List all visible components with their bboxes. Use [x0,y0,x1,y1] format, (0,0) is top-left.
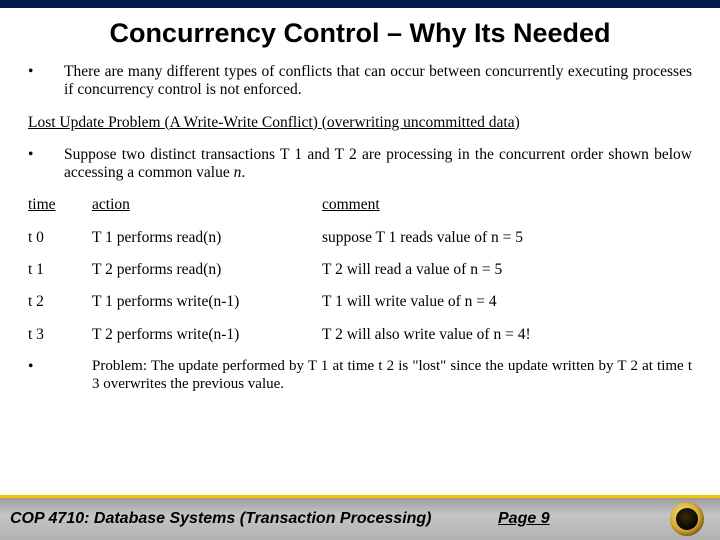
cell-time: t 2 [28,293,92,311]
cell-action: T 2 performs write(n-1) [92,326,322,344]
cell-comment: T 2 will also write value of n = 4! [322,326,692,344]
subheading: Lost Update Problem (A Write-Write Confl… [28,114,692,132]
table-row: t 1 T 2 performs read(n) T 2 will read a… [28,261,692,279]
table-row: t 2 T 1 performs write(n-1) T 1 will wri… [28,293,692,311]
cell-time: t 1 [28,261,92,279]
cell-action: T 1 performs read(n) [92,229,322,247]
bullet-marker: • [28,63,64,100]
footer-bar: COP 4710: Database Systems (Transaction … [0,498,720,540]
cell-action: T 2 performs read(n) [92,261,322,279]
col-comment-header: comment [322,196,692,214]
problem-bullet: • Problem: The update performed by T 1 a… [28,358,692,393]
col-time-header: time [28,196,92,214]
table-row: t 3 T 2 performs write(n-1) T 2 will als… [28,326,692,344]
ucf-logo-icon [670,502,704,536]
slide-title: Concurrency Control – Why Its Needed [0,18,720,49]
cell-comment: suppose T 1 reads value of n = 5 [322,229,692,247]
top-accent-bar [0,0,720,8]
bullet-text-part: Suppose two distinct transactions T 1 an… [64,146,692,181]
slide-content: • There are many different types of conf… [0,63,720,393]
bullet-item: • There are many different types of conf… [28,63,692,100]
table-row: t 0 T 1 performs read(n) suppose T 1 rea… [28,229,692,247]
table-header-row: time action comment [28,196,692,214]
cell-time: t 0 [28,229,92,247]
footer-course: COP 4710: Database Systems (Transaction … [10,510,432,528]
action-table: time action comment t 0 T 1 performs rea… [28,196,692,343]
cell-action: T 1 performs write(n-1) [92,293,322,311]
footer: COP 4710: Database Systems (Transaction … [0,495,720,540]
col-action-header: action [92,196,322,214]
problem-text: Problem: The update performed by T 1 at … [92,358,692,393]
bullet-text: There are many different types of confli… [64,63,692,100]
bullet-marker: • [28,358,92,393]
footer-page: Page 9 [498,510,550,528]
bullet-marker: • [28,146,64,183]
bullet-item: • Suppose two distinct transactions T 1 … [28,146,692,183]
cell-time: t 3 [28,326,92,344]
bullet-text: Suppose two distinct transactions T 1 an… [64,146,692,183]
bullet-text-part: . [241,164,245,181]
cell-comment: T 1 will write value of n = 4 [322,293,692,311]
cell-comment: T 2 will read a value of n = 5 [322,261,692,279]
